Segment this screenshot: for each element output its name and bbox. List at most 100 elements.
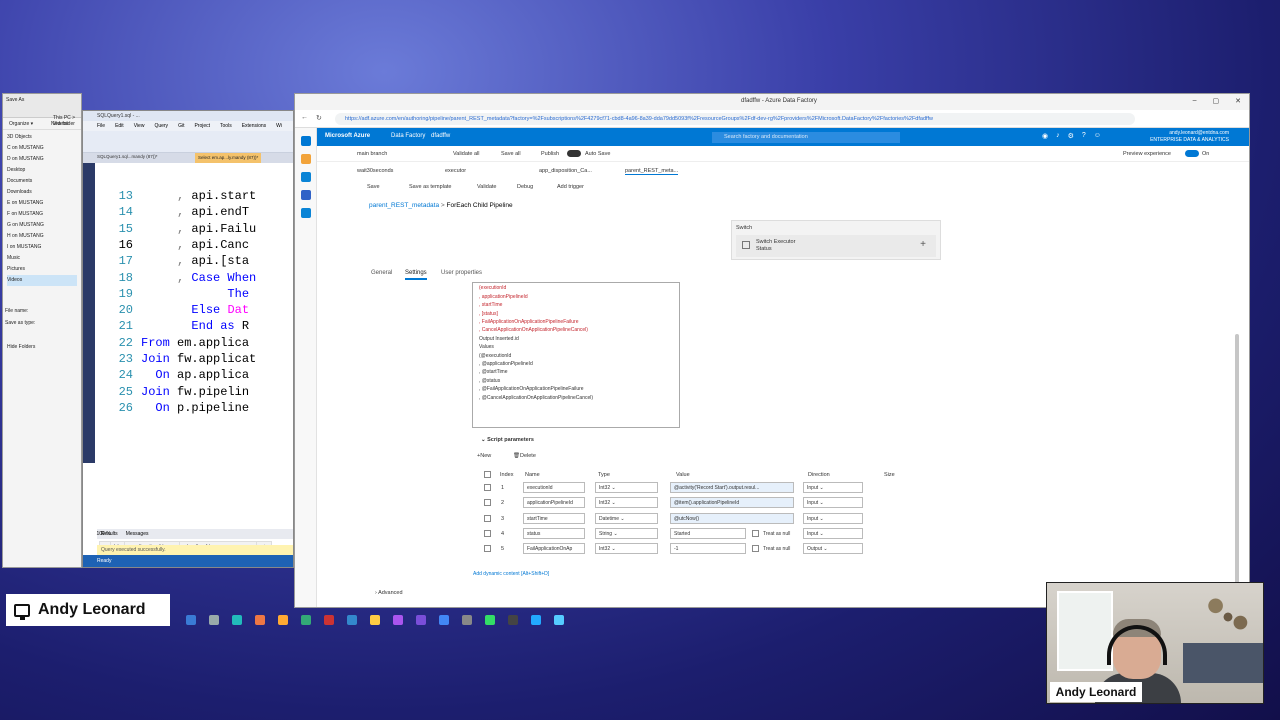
taskbar-app-icon[interactable] bbox=[370, 615, 380, 625]
parameter-direction-select[interactable]: Input ⌄ bbox=[803, 512, 863, 524]
pipeline-tool-button[interactable]: Add trigger bbox=[557, 184, 584, 190]
help-icon[interactable]: ? bbox=[1082, 132, 1086, 140]
folder-item[interactable]: Pictures bbox=[7, 264, 77, 275]
parameter-type-select[interactable]: Int32 ⌄ bbox=[595, 543, 658, 555]
taskbar-app-icon[interactable] bbox=[462, 615, 472, 625]
menu-item[interactable]: Extensions bbox=[242, 123, 266, 129]
organize-button[interactable]: Organize ▾ bbox=[9, 121, 33, 127]
menu-item[interactable]: File bbox=[97, 123, 105, 129]
menu-item[interactable]: Query bbox=[154, 123, 168, 129]
validate-all-button[interactable]: Validate all bbox=[453, 151, 480, 157]
taskbar-app-icon[interactable] bbox=[301, 615, 311, 625]
messages-tab[interactable]: Messages bbox=[126, 531, 149, 537]
auto-save-toggle[interactable] bbox=[567, 150, 581, 157]
parameter-direction-select[interactable]: Input ⌄ bbox=[803, 497, 863, 509]
taskbar-app-icon[interactable] bbox=[347, 615, 357, 625]
back-icon[interactable]: ← bbox=[301, 114, 308, 122]
tab-2[interactable]: app_disposition_Ca... bbox=[539, 168, 592, 174]
publish-button[interactable]: Publish bbox=[541, 151, 559, 157]
home-icon[interactable] bbox=[300, 136, 311, 146]
close-icon[interactable]: ✕ bbox=[1235, 97, 1241, 105]
refresh-icon[interactable]: ↻ bbox=[316, 114, 322, 122]
folder-item[interactable]: D on MUSTANG bbox=[7, 154, 77, 165]
tab-3[interactable]: parent_REST_meta... bbox=[625, 168, 679, 175]
taskbar-app-icon[interactable] bbox=[209, 615, 219, 625]
taskbar-app-icon[interactable] bbox=[485, 615, 495, 625]
taskbar-app-icon[interactable] bbox=[278, 615, 288, 625]
taskbar-app-icon[interactable] bbox=[255, 615, 265, 625]
row-checkbox[interactable] bbox=[484, 514, 491, 522]
pipeline-tool-button[interactable]: Validate bbox=[477, 184, 496, 190]
taskbar-app-icon[interactable] bbox=[554, 615, 564, 625]
folder-item[interactable]: Desktop bbox=[7, 165, 77, 176]
manage-icon[interactable] bbox=[300, 190, 311, 200]
treat-as-null-checkbox[interactable] bbox=[752, 545, 759, 553]
parameter-value-input[interactable]: Started bbox=[670, 527, 746, 539]
scrollbar[interactable] bbox=[1235, 334, 1239, 584]
sql-editor[interactable]: 13 , api.start 14 , api.endT 15 , api.Fail… bbox=[97, 187, 293, 523]
properties-tab[interactable]: Settings bbox=[405, 270, 427, 280]
parameter-name-input[interactable]: startTime bbox=[523, 512, 585, 524]
parameter-name-input[interactable]: executionId bbox=[523, 482, 585, 493]
parameter-row[interactable]: 1 executionId Int32 ⌄ @activity('Record Sta… bbox=[478, 482, 948, 494]
switch-executor-node[interactable]: Switch Executor Status + bbox=[736, 235, 936, 257]
parameter-value-input[interactable]: @activity('Record Start').output.resul..… bbox=[670, 482, 794, 493]
parameter-type-select[interactable]: String ⌄ bbox=[595, 527, 658, 539]
folder-item[interactable]: Videos bbox=[7, 275, 77, 286]
user-account[interactable]: andy.leonard@entdna.com ENTERPRISE DATA … bbox=[1150, 130, 1229, 144]
menu-item[interactable]: Project bbox=[194, 123, 210, 129]
new-parameter-button[interactable]: + New bbox=[477, 453, 491, 459]
parameter-type-select[interactable]: Datetime ⌄ bbox=[595, 512, 658, 524]
folder-item[interactable]: H on MUSTANG bbox=[7, 231, 77, 242]
parameter-direction-select[interactable]: Input ⌄ bbox=[803, 482, 863, 493]
pipeline-tool-button[interactable]: Debug bbox=[517, 184, 533, 190]
folder-item[interactable]: 3D Objects bbox=[7, 132, 77, 143]
settings-icon[interactable]: ⚙ bbox=[1068, 132, 1074, 140]
new-folder-button[interactable]: New folder bbox=[51, 121, 75, 127]
parameter-value-input[interactable]: -1 bbox=[670, 543, 746, 555]
parameter-name-input[interactable]: status bbox=[523, 527, 585, 539]
taskbar-app-icon[interactable] bbox=[232, 615, 242, 625]
ssms-tab[interactable]: SQLQuery1.sql...mandy (87))* bbox=[97, 154, 158, 159]
factory-name[interactable]: dfadffw bbox=[431, 133, 450, 139]
maximize-icon[interactable]: ▢ bbox=[1213, 97, 1220, 105]
preview-toggle[interactable] bbox=[1185, 150, 1199, 157]
delete-parameter-button[interactable]: 🗑 Delete bbox=[513, 453, 536, 459]
parameter-row[interactable]: 4 status String ⌄ Started Treat as null Input… bbox=[478, 527, 948, 540]
folder-item[interactable]: Documents bbox=[7, 176, 77, 187]
folder-item[interactable]: E on MUSTANG bbox=[7, 198, 77, 209]
menu-item[interactable]: Edit bbox=[115, 123, 124, 129]
parameter-value-input[interactable]: @utcNow() bbox=[670, 512, 794, 524]
menu-item[interactable]: Tools bbox=[220, 123, 232, 129]
ssms-tab-active[interactable]: Select em.ap...ly.mandy (87))* bbox=[195, 153, 262, 163]
parameter-direction-select[interactable]: Output ⌄ bbox=[803, 543, 863, 555]
branch-selector[interactable]: main branch bbox=[357, 151, 387, 157]
script-editor[interactable]: Insert Into fw.applicationInstance (execu… bbox=[472, 282, 680, 428]
parameter-type-select[interactable]: Int32 ⌄ bbox=[595, 497, 658, 509]
taskbar-app-icon[interactable] bbox=[186, 615, 196, 625]
treat-as-null-checkbox[interactable] bbox=[752, 529, 759, 537]
row-checkbox[interactable] bbox=[484, 499, 491, 507]
menu-item[interactable]: View bbox=[134, 123, 145, 129]
folder-item[interactable]: Music bbox=[7, 253, 77, 264]
save-all-button[interactable]: Save all bbox=[501, 151, 521, 157]
folder-item[interactable]: C on MUSTANG bbox=[7, 143, 77, 154]
hide-folders-button[interactable]: Hide Folders bbox=[7, 344, 35, 350]
select-all-checkbox[interactable] bbox=[484, 471, 491, 478]
parameter-value-input[interactable]: @item().applicationPipelineId bbox=[670, 497, 794, 509]
parameter-name-input[interactable]: applicationPipelineId bbox=[523, 497, 585, 509]
menu-item[interactable]: Wi bbox=[276, 123, 282, 129]
feedback-icon[interactable]: ☺ bbox=[1094, 132, 1101, 140]
taskbar-app-icon[interactable] bbox=[324, 615, 334, 625]
zoom-level[interactable]: 100 % bbox=[96, 531, 110, 537]
minimize-icon[interactable]: – bbox=[1193, 97, 1197, 105]
author-icon[interactable] bbox=[300, 154, 311, 164]
azure-label[interactable]: Microsoft Azure bbox=[325, 133, 370, 139]
parameter-type-select[interactable]: Int32 ⌄ bbox=[595, 482, 658, 493]
script-parameters-header[interactable]: ⌄ Script parameters bbox=[481, 437, 534, 443]
menu-item[interactable]: Git bbox=[178, 123, 184, 129]
folder-item[interactable]: I on MUSTANG bbox=[7, 242, 77, 253]
parameter-row[interactable]: 2 applicationPipelineId Int32 ⌄ @item().app… bbox=[478, 497, 948, 509]
properties-tab[interactable]: General bbox=[371, 270, 392, 276]
monitor-icon[interactable] bbox=[300, 172, 311, 182]
